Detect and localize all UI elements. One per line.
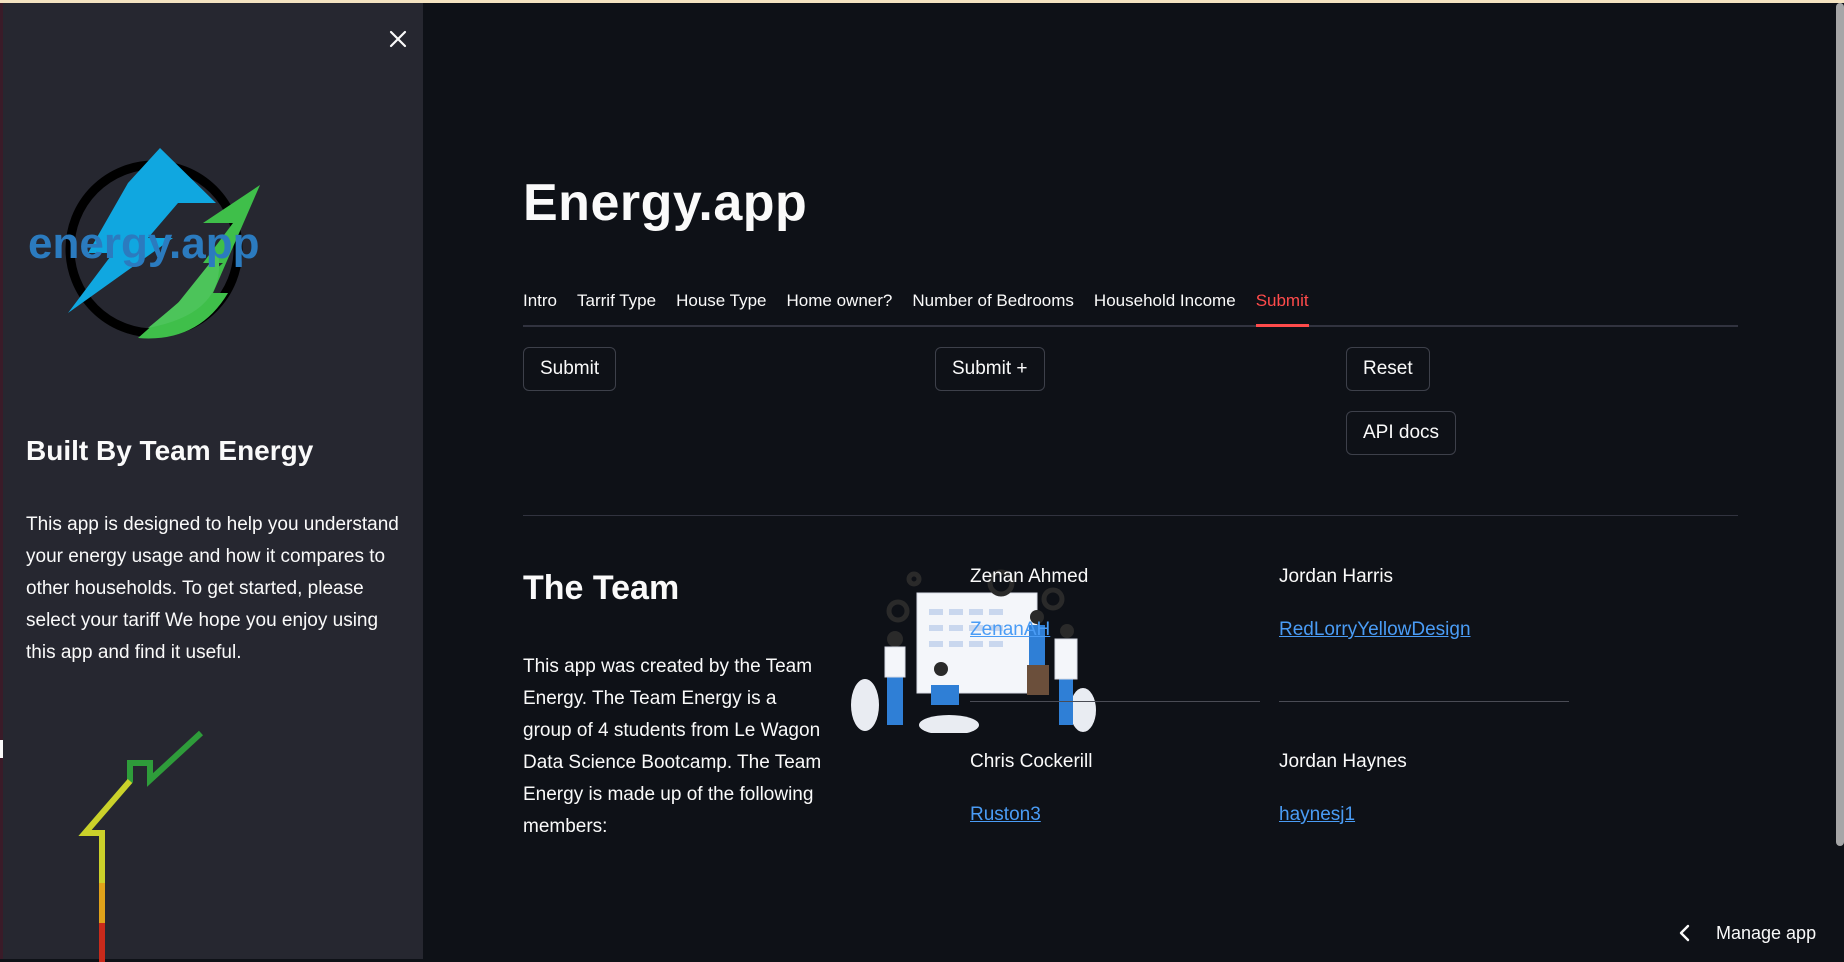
close-sidebar-button[interactable]	[383, 24, 413, 54]
tab-bar: Intro Tarrif Type House Type Home owner?…	[523, 285, 1738, 327]
member-link[interactable]: ZenanAH	[970, 619, 1050, 641]
tab-number-of-bedrooms[interactable]: Number of Bedrooms	[912, 285, 1074, 327]
member-name: Jordan Harris	[1279, 566, 1394, 587]
member-link[interactable]: RedLorryYellowDesign	[1279, 619, 1471, 641]
member-link[interactable]: Ruston3	[970, 804, 1041, 826]
page-title: Energy.app	[523, 174, 808, 232]
main-content: Energy.app Intro Tarrif Type House Type …	[423, 3, 1844, 959]
member-link[interactable]: haynesj1	[1279, 804, 1355, 826]
sidebar: energy.app Built By Team Energy This app…	[0, 3, 423, 962]
sidebar-description: This app is designed to help you underst…	[26, 514, 399, 663]
section-divider	[523, 515, 1738, 516]
tab-household-income[interactable]: Household Income	[1094, 285, 1236, 327]
submit-plus-button[interactable]: Submit +	[935, 347, 1045, 391]
tab-intro[interactable]: Intro	[523, 285, 557, 327]
member-name: Chris Cockerill	[970, 751, 1093, 772]
team-illustration	[851, 569, 1096, 733]
house-energy-graphic	[78, 730, 204, 962]
tab-tarrif-type[interactable]: Tarrif Type	[577, 285, 656, 327]
tab-home-owner[interactable]: Home owner?	[787, 285, 893, 327]
tab-house-type[interactable]: House Type	[676, 285, 766, 327]
manage-app-label: Manage app	[1716, 922, 1817, 943]
submit-button[interactable]: Submit	[523, 347, 617, 391]
member-name: Zenan Ahmed	[970, 566, 1089, 587]
team-title: The Team	[523, 569, 680, 607]
tab-submit[interactable]: Submit	[1255, 285, 1309, 327]
api-docs-button[interactable]: API docs	[1346, 411, 1457, 455]
member-name: Jordan Haynes	[1279, 751, 1407, 772]
sidebar-edge-marker	[0, 740, 3, 758]
close-icon	[389, 30, 407, 48]
team-description: This app was created by the Team Energy.…	[523, 656, 822, 837]
member-divider	[1279, 701, 1569, 702]
member-divider	[970, 701, 1260, 702]
logo-text: energy.app	[28, 219, 259, 268]
vertical-scrollbar[interactable]	[1836, 3, 1844, 846]
manage-app-button[interactable]: Manage app	[1678, 918, 1816, 948]
sidebar-title: Built By Team Energy	[26, 435, 314, 466]
reset-button[interactable]: Reset	[1346, 347, 1430, 391]
chevron-left-icon	[1679, 924, 1690, 942]
energy-app-logo: energy.app	[28, 148, 260, 339]
